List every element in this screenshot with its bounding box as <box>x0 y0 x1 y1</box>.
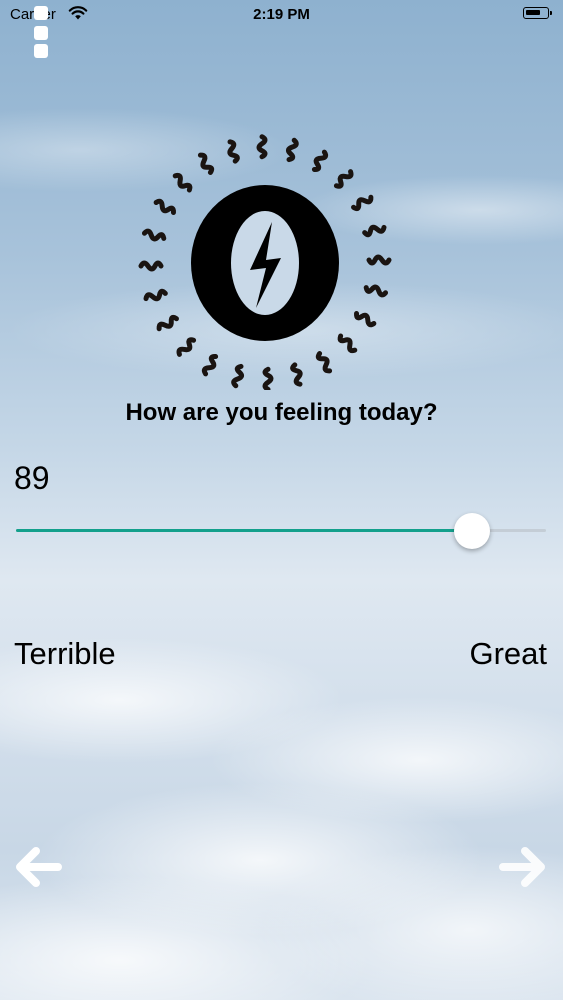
mood-slider[interactable] <box>16 512 546 550</box>
slider-thumb[interactable] <box>453 513 490 549</box>
arrow-left-icon[interactable] <box>12 842 62 892</box>
status-time: 2:19 PM <box>253 6 310 23</box>
spinning-sun-face-icon <box>138 134 392 390</box>
vertical-dots-icon[interactable] <box>34 6 48 60</box>
slider-fill <box>16 529 472 532</box>
slider-value: 89 <box>14 460 50 496</box>
min-label: Terrible <box>14 636 116 671</box>
battery-icon <box>523 7 552 19</box>
status-bar: Carrier 2:19 PM <box>0 0 563 30</box>
arrow-right-icon[interactable] <box>499 842 549 892</box>
max-label: Great <box>469 636 547 671</box>
mood-question: How are you feeling today? <box>125 399 438 426</box>
